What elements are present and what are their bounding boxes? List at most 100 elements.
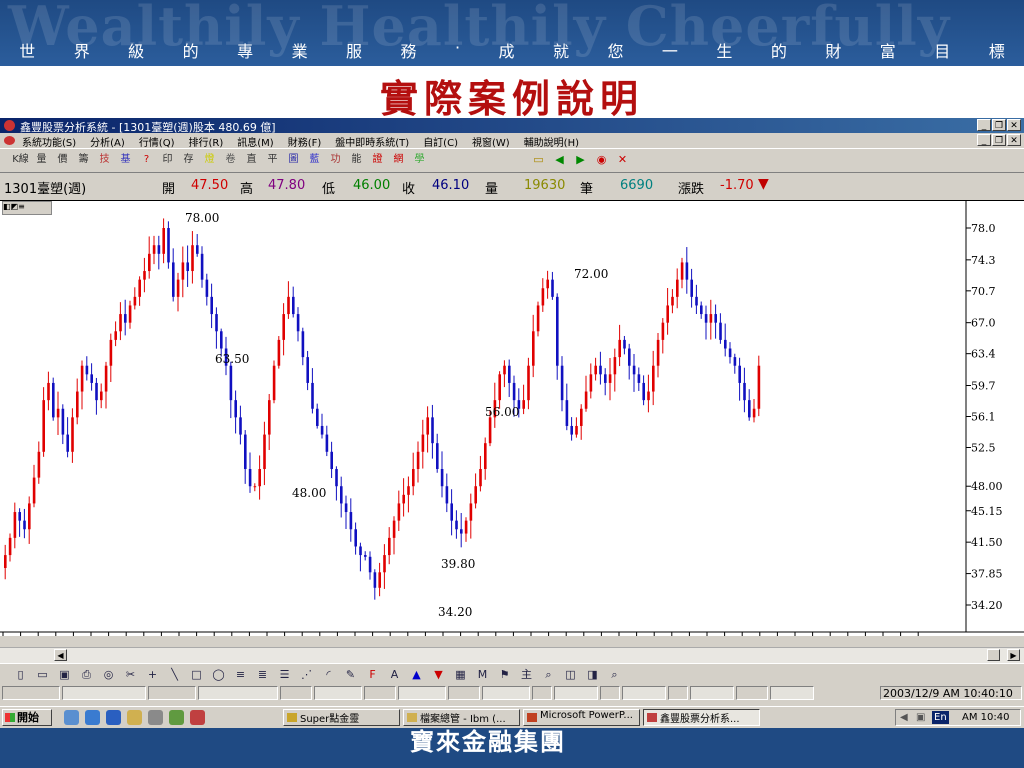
toolbar-button-icon[interactable]: ? — [138, 152, 155, 168]
stock-app-icon[interactable] — [190, 710, 205, 725]
minimize-button[interactable]: _ — [977, 119, 991, 131]
pen-icon[interactable]: ✎ — [342, 667, 359, 683]
app-shortcut-icon[interactable] — [169, 710, 184, 725]
chart-svg[interactable]: 78.0 74.3 70.7 67.0 63.4 59.7 56.1 52.5 48.00 45.… — [0, 200, 1024, 636]
chart-mini-toolbar[interactable]: ◧◩≡ — [2, 201, 52, 215]
stop-icon[interactable]: ◉ — [593, 152, 610, 168]
chart-date-label: 2001/3/17 — [845, 635, 901, 636]
toolbar-button-icon[interactable]: 證 — [369, 152, 386, 168]
outlook-icon[interactable] — [85, 710, 100, 725]
scroll-thumb[interactable] — [987, 649, 1000, 661]
toolbar-button-icon[interactable]: 印 — [159, 152, 176, 168]
doc-restore-button[interactable]: ❐ — [992, 134, 1006, 146]
slogan-char: 的 — [770, 42, 787, 61]
ie-icon[interactable] — [106, 710, 121, 725]
fib3-icon[interactable]: ☰ — [276, 667, 293, 683]
open-icon[interactable]: ▭ — [34, 667, 51, 683]
zoom-icon[interactable]: ⌕ — [540, 667, 557, 683]
doc-minimize-button[interactable]: _ — [977, 134, 991, 146]
scroll-right-button[interactable]: ▶ — [1007, 649, 1020, 661]
toolbar-button-icon[interactable]: 價 — [54, 152, 71, 168]
flag-icon[interactable]: ⚑ — [496, 667, 513, 683]
menu-item[interactable]: 訊息(M) — [237, 134, 273, 149]
candle-body — [503, 365, 506, 375]
toolbar-button-icon[interactable]: 學 — [411, 152, 428, 168]
F-icon[interactable]: F — [364, 667, 381, 683]
menu-item[interactable]: 分析(A) — [90, 134, 125, 149]
save-icon[interactable]: ▣ — [56, 667, 73, 683]
print-icon[interactable]: ⎙ — [78, 667, 95, 683]
up-icon[interactable]: ▲ — [408, 667, 425, 683]
arc-icon[interactable]: ◜ — [320, 667, 337, 683]
tool-icon[interactable] — [148, 710, 163, 725]
prev-icon[interactable]: ◀ — [551, 152, 568, 168]
toolbar-button-icon[interactable]: 卷 — [222, 152, 239, 168]
w2-icon[interactable]: ◨ — [584, 667, 601, 683]
close-button[interactable]: ✕ — [1007, 119, 1021, 131]
down-icon[interactable]: ▼ — [430, 667, 447, 683]
grid-icon[interactable]: ▦ — [452, 667, 469, 683]
toolbar-button-icon[interactable]: 籌 — [75, 152, 92, 168]
main-icon[interactable]: 主 — [518, 667, 535, 683]
toolbar-button-icon[interactable]: 存 — [180, 152, 197, 168]
toolbar-button-icon[interactable]: 功 — [327, 152, 344, 168]
toolbar-button-icon[interactable]: K線 — [12, 152, 29, 168]
doc-close-button[interactable]: ✕ — [1007, 134, 1021, 146]
toolbar-button-icon[interactable]: 圖 — [285, 152, 302, 168]
toolbar-button-icon[interactable]: 藍 — [306, 152, 323, 168]
rect-icon[interactable]: □ — [188, 667, 205, 683]
desktop-icon[interactable] — [64, 710, 79, 725]
taskbar-task-button[interactable]: 鑫豐股票分析系... — [643, 709, 760, 726]
w1-icon[interactable]: ◫ — [562, 667, 579, 683]
line-icon[interactable]: ╲ — [166, 667, 183, 683]
scroll-left-button[interactable]: ◀ — [54, 649, 67, 661]
candle-body — [484, 443, 487, 470]
toolbar-button-icon[interactable]: 能 — [348, 152, 365, 168]
new-icon[interactable]: ▯ — [12, 667, 29, 683]
toolbar-button-icon[interactable]: 網 — [390, 152, 407, 168]
footer-company-name: 寶來金融集團 — [410, 727, 566, 756]
cross-icon[interactable]: + — [144, 667, 161, 683]
toolbar-button-icon[interactable]: 平 — [264, 152, 281, 168]
fib1-icon[interactable]: ≡ — [232, 667, 249, 683]
document-icon[interactable] — [4, 136, 15, 145]
cut-icon[interactable]: ✂ — [122, 667, 139, 683]
taskbar-task-button[interactable]: Super點金靈 — [283, 709, 400, 726]
menu-item[interactable]: 視窗(W) — [472, 134, 510, 149]
next-icon[interactable]: ▶ — [572, 152, 589, 168]
copy-icon[interactable]: ◎ — [100, 667, 117, 683]
menu-item[interactable]: 輔助說明(H) — [524, 134, 579, 149]
toolbar-button-icon[interactable]: 燈 — [201, 152, 218, 168]
start-button[interactable]: 開始 — [2, 709, 52, 726]
menu-item[interactable]: 自訂(C) — [423, 134, 458, 149]
fib2-icon[interactable]: ≣ — [254, 667, 271, 683]
chart-scrollbar[interactable]: ◀ ▶ — [0, 647, 1024, 663]
menu-item[interactable]: 財務(F) — [288, 134, 322, 149]
speaker-icon[interactable]: ◀ — [900, 710, 908, 725]
toolbar-button-icon[interactable]: 直 — [243, 152, 260, 168]
toolbar-button-icon[interactable]: 量 — [33, 152, 50, 168]
candle-body — [536, 305, 540, 332]
toolbar-button-icon[interactable]: 技 — [96, 152, 113, 168]
menu-item[interactable]: 行情(Q) — [139, 134, 175, 149]
open-icon[interactable]: ▭ — [530, 152, 547, 168]
menu-item[interactable]: 排行(R) — [189, 134, 224, 149]
restore-button[interactable]: ❐ — [992, 119, 1006, 131]
language-indicator[interactable]: En — [932, 711, 949, 724]
ellipse-icon[interactable]: ◯ — [210, 667, 227, 683]
candle-body — [469, 503, 473, 521]
candle-body — [32, 477, 36, 504]
network-icon[interactable]: ▣ — [916, 710, 925, 725]
fan-icon[interactable]: ⋰ — [298, 667, 315, 683]
menu-item[interactable]: 系統功能(S) — [22, 134, 76, 149]
close-icon[interactable]: ✕ — [614, 152, 631, 168]
M-icon[interactable]: M — [474, 667, 491, 683]
A-icon[interactable]: A — [386, 667, 403, 683]
explorer-icon[interactable] — [127, 710, 142, 725]
app-icon[interactable] — [4, 120, 15, 131]
candlestick-chart[interactable]: 78.0 74.3 70.7 67.0 63.4 59.7 56.1 52.5 48.00 45.… — [0, 200, 1024, 636]
find-icon[interactable]: ⌕ — [606, 667, 623, 683]
menu-item[interactable]: 盤中即時系統(T) — [335, 134, 409, 149]
candle-body — [258, 469, 261, 487]
toolbar-button-icon[interactable]: 基 — [117, 152, 134, 168]
